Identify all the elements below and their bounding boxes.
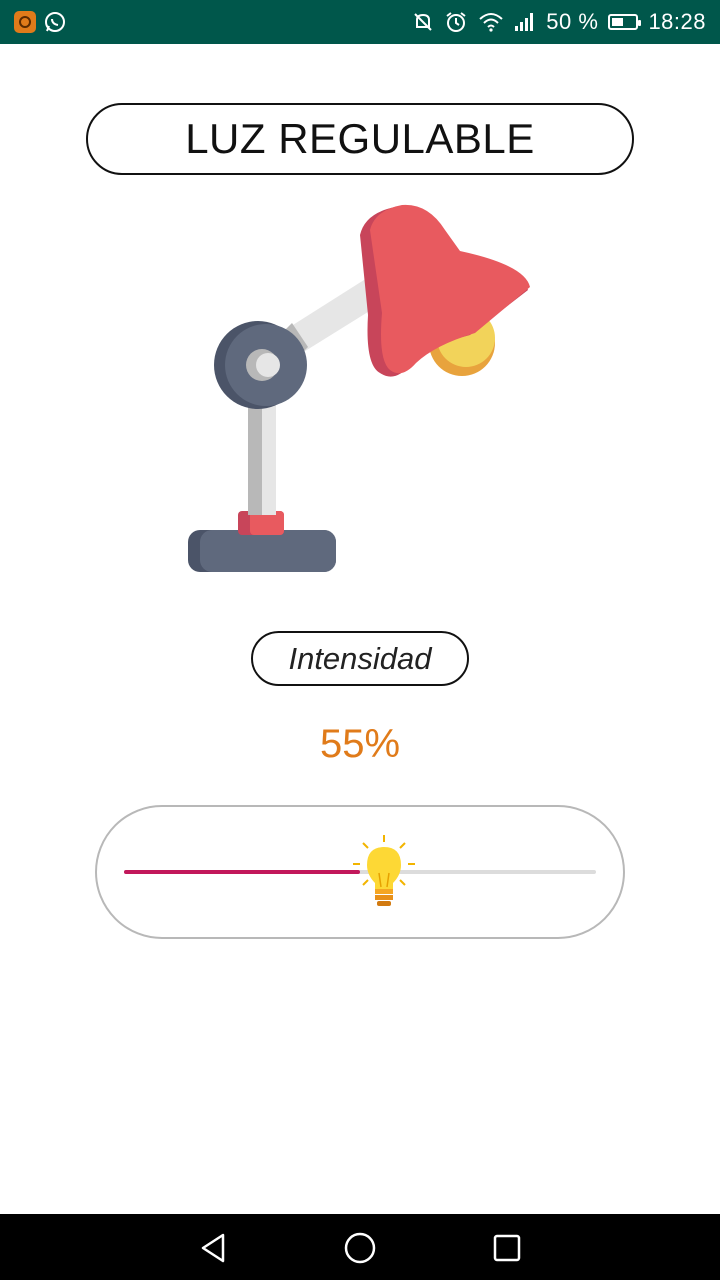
whatsapp-icon bbox=[45, 12, 65, 32]
status-bar: 50 % 18:28 bbox=[0, 0, 720, 44]
clock: 18:28 bbox=[648, 9, 706, 34]
light-bulb-icon[interactable] bbox=[351, 833, 417, 913]
recents-icon[interactable] bbox=[487, 1228, 527, 1268]
intensity-label: Intensidad bbox=[288, 640, 432, 676]
battery-percent: 50 % bbox=[546, 9, 599, 34]
battery-level bbox=[612, 18, 624, 26]
system-icons: 50 % 18:28 bbox=[412, 9, 706, 35]
notification-icons bbox=[14, 11, 66, 33]
signal-icon bbox=[515, 13, 534, 31]
intensity-label-pill: Intensidad bbox=[251, 631, 469, 686]
home-icon[interactable] bbox=[340, 1228, 380, 1268]
app-notification-icon bbox=[14, 11, 36, 33]
alarm-icon bbox=[446, 12, 466, 32]
battery-icon bbox=[608, 14, 642, 30]
navigation-bar bbox=[0, 1214, 720, 1280]
page-title-pill: LUZ REGULABLE bbox=[86, 103, 634, 175]
back-icon[interactable] bbox=[193, 1228, 233, 1268]
page-title: LUZ REGULABLE bbox=[185, 115, 535, 162]
mute-icon bbox=[414, 13, 432, 31]
desk-lamp-icon bbox=[188, 204, 530, 572]
intensity-value: 55% bbox=[319, 722, 401, 766]
intensity-slider-fill bbox=[124, 870, 360, 874]
wifi-icon bbox=[479, 13, 503, 32]
